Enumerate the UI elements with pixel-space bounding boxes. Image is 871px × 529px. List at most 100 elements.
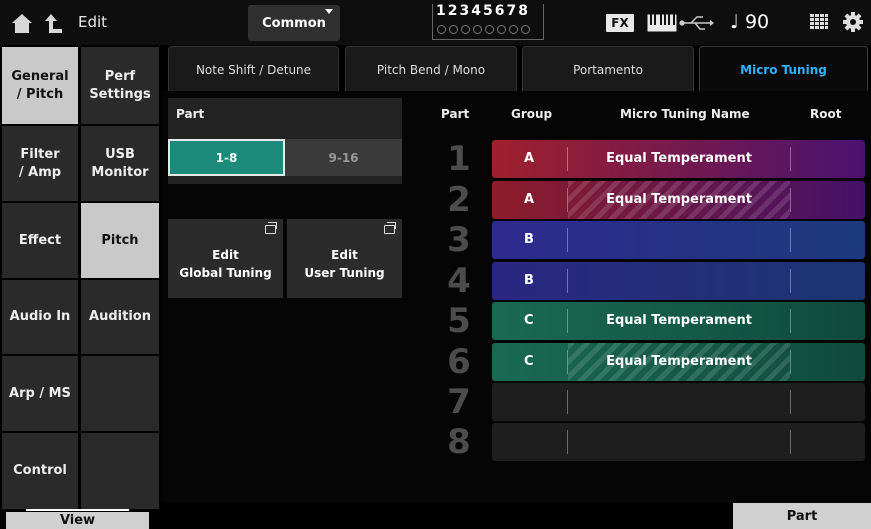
part-number: 6 (447, 342, 471, 382)
part-range-1-8-button[interactable]: 1-8 (168, 139, 285, 176)
group-cell: A (524, 192, 535, 207)
part-dot-icon (521, 25, 530, 34)
button-label: 1-8 (215, 150, 238, 165)
dropdown-arrow-icon (325, 9, 333, 14)
tuning-name-cell: Equal Temperament (606, 151, 752, 166)
table-row[interactable]: C Equal Temperament (492, 302, 865, 340)
part-dot-icon (461, 25, 470, 34)
nav-filter-amp[interactable]: Filter / Amp (2, 126, 78, 201)
nav-audio-in[interactable]: Audio In (2, 280, 78, 354)
nav-label: USB Monitor (91, 146, 149, 180)
tab-note-shift-detune[interactable]: Note Shift / Detune (168, 46, 339, 92)
nav-label: Perf Settings (89, 68, 151, 102)
table-row[interactable]: C Equal Temperament (492, 343, 865, 381)
part-numbers: 12345678 (436, 3, 530, 19)
part-dot-icon (497, 25, 506, 34)
nav-empty-slot (81, 356, 159, 431)
column-divider (790, 228, 791, 252)
table-row[interactable]: B (492, 221, 865, 259)
part-number: 1 (447, 139, 471, 179)
up-button[interactable] (42, 11, 64, 35)
header-group: Group (511, 107, 553, 121)
nav-label: Control (13, 463, 67, 479)
part-dot-icon (437, 25, 446, 34)
nav-label: Audio In (9, 309, 71, 325)
header-part: Part (441, 107, 470, 121)
nav-column-2: Perf Settings USB Monitor Pitch Audition (81, 47, 161, 509)
tempo-value: 90 (744, 11, 770, 33)
nav-arp-ms[interactable]: Arp / MS (2, 356, 78, 431)
nav-general-pitch[interactable]: General / Pitch (2, 47, 78, 124)
tuning-name-cell (568, 383, 790, 421)
view-indicator-line (26, 509, 129, 511)
gear-icon (843, 12, 863, 32)
table-row[interactable] (492, 423, 865, 461)
common-button[interactable]: Common (248, 5, 340, 41)
part-dot-icon (485, 25, 494, 34)
column-divider (790, 309, 791, 333)
part-number: 7 (447, 382, 471, 422)
grid-icon[interactable] (810, 14, 828, 34)
nav-empty-slot (81, 433, 159, 509)
tuning-name-cell: Equal Temperament (606, 313, 752, 328)
tab-label: Pitch Bend / Mono (376, 62, 486, 77)
group-cell: C (524, 313, 534, 328)
external-window-icon (265, 222, 277, 234)
tab-micro-tuning[interactable]: Micro Tuning (699, 46, 868, 92)
tab-portamento[interactable]: Portamento (522, 46, 694, 92)
common-label: Common (262, 15, 326, 31)
nav-effect[interactable]: Effect (2, 203, 78, 278)
tempo-display[interactable]: ♩ 90 (730, 8, 769, 36)
part-number: 3 (447, 220, 471, 260)
tuning-name-cell: Equal Temperament (568, 181, 790, 219)
tab-pitch-bend-mono[interactable]: Pitch Bend / Mono (345, 46, 517, 92)
keyboard-icon (647, 14, 677, 36)
home-button[interactable] (10, 11, 34, 35)
nav-perf-settings[interactable]: Perf Settings (81, 47, 159, 124)
home-icon (12, 14, 32, 33)
column-divider (790, 269, 791, 293)
tab-label: Note Shift / Detune (195, 62, 312, 77)
column-divider (790, 188, 791, 212)
part-dot-icon (473, 25, 482, 34)
fx-badge: FX (606, 14, 634, 32)
nav-column-1: General / Pitch Filter / Amp Effect Audi… (0, 47, 80, 509)
table-row[interactable] (492, 383, 865, 421)
tuning-name-cell: Equal Temperament (568, 343, 790, 381)
group-cell: C (524, 354, 534, 369)
table-row[interactable]: A Equal Temperament (492, 140, 865, 178)
edit-title: Edit (78, 13, 108, 31)
edit-global-tuning-button[interactable]: Edit Global Tuning (168, 219, 283, 298)
part-button[interactable]: Part (733, 503, 871, 529)
tab-label: Micro Tuning (740, 62, 827, 77)
nav-label: General / Pitch (11, 68, 69, 102)
part-dots (437, 25, 530, 34)
up-arrow-icon (45, 14, 62, 33)
nav-control[interactable]: Control (2, 433, 78, 509)
group-cell: A (524, 151, 535, 166)
nav-audition[interactable]: Audition (81, 280, 159, 354)
edit-user-tuning-button[interactable]: Edit User Tuning (287, 219, 402, 298)
part-dot-icon (449, 25, 458, 34)
part-dot-icon (509, 25, 518, 34)
part-selector-title: Part (176, 107, 205, 121)
header-root: Root (810, 107, 842, 121)
part-number: 5 (447, 301, 471, 341)
button-label: Edit Global Tuning (179, 247, 272, 280)
nav-usb-monitor[interactable]: USB Monitor (81, 126, 159, 201)
settings-button[interactable] (843, 12, 863, 32)
external-window-icon (384, 222, 396, 234)
view-button[interactable]: View (6, 512, 149, 529)
table-row[interactable]: B (492, 262, 865, 300)
column-divider (790, 147, 791, 171)
fx-label: FX (611, 16, 629, 30)
part-number: 2 (447, 180, 471, 220)
group-cell: B (524, 232, 534, 247)
quarter-note-icon: ♩ (730, 11, 739, 33)
nav-pitch[interactable]: Pitch (81, 203, 159, 278)
button-label: 9-16 (328, 150, 359, 165)
part-range-9-16-button[interactable]: 9-16 (285, 139, 402, 176)
part-number: 4 (447, 261, 471, 301)
nav-label: Filter / Amp (18, 146, 62, 180)
table-row[interactable]: A Equal Temperament (492, 181, 865, 219)
